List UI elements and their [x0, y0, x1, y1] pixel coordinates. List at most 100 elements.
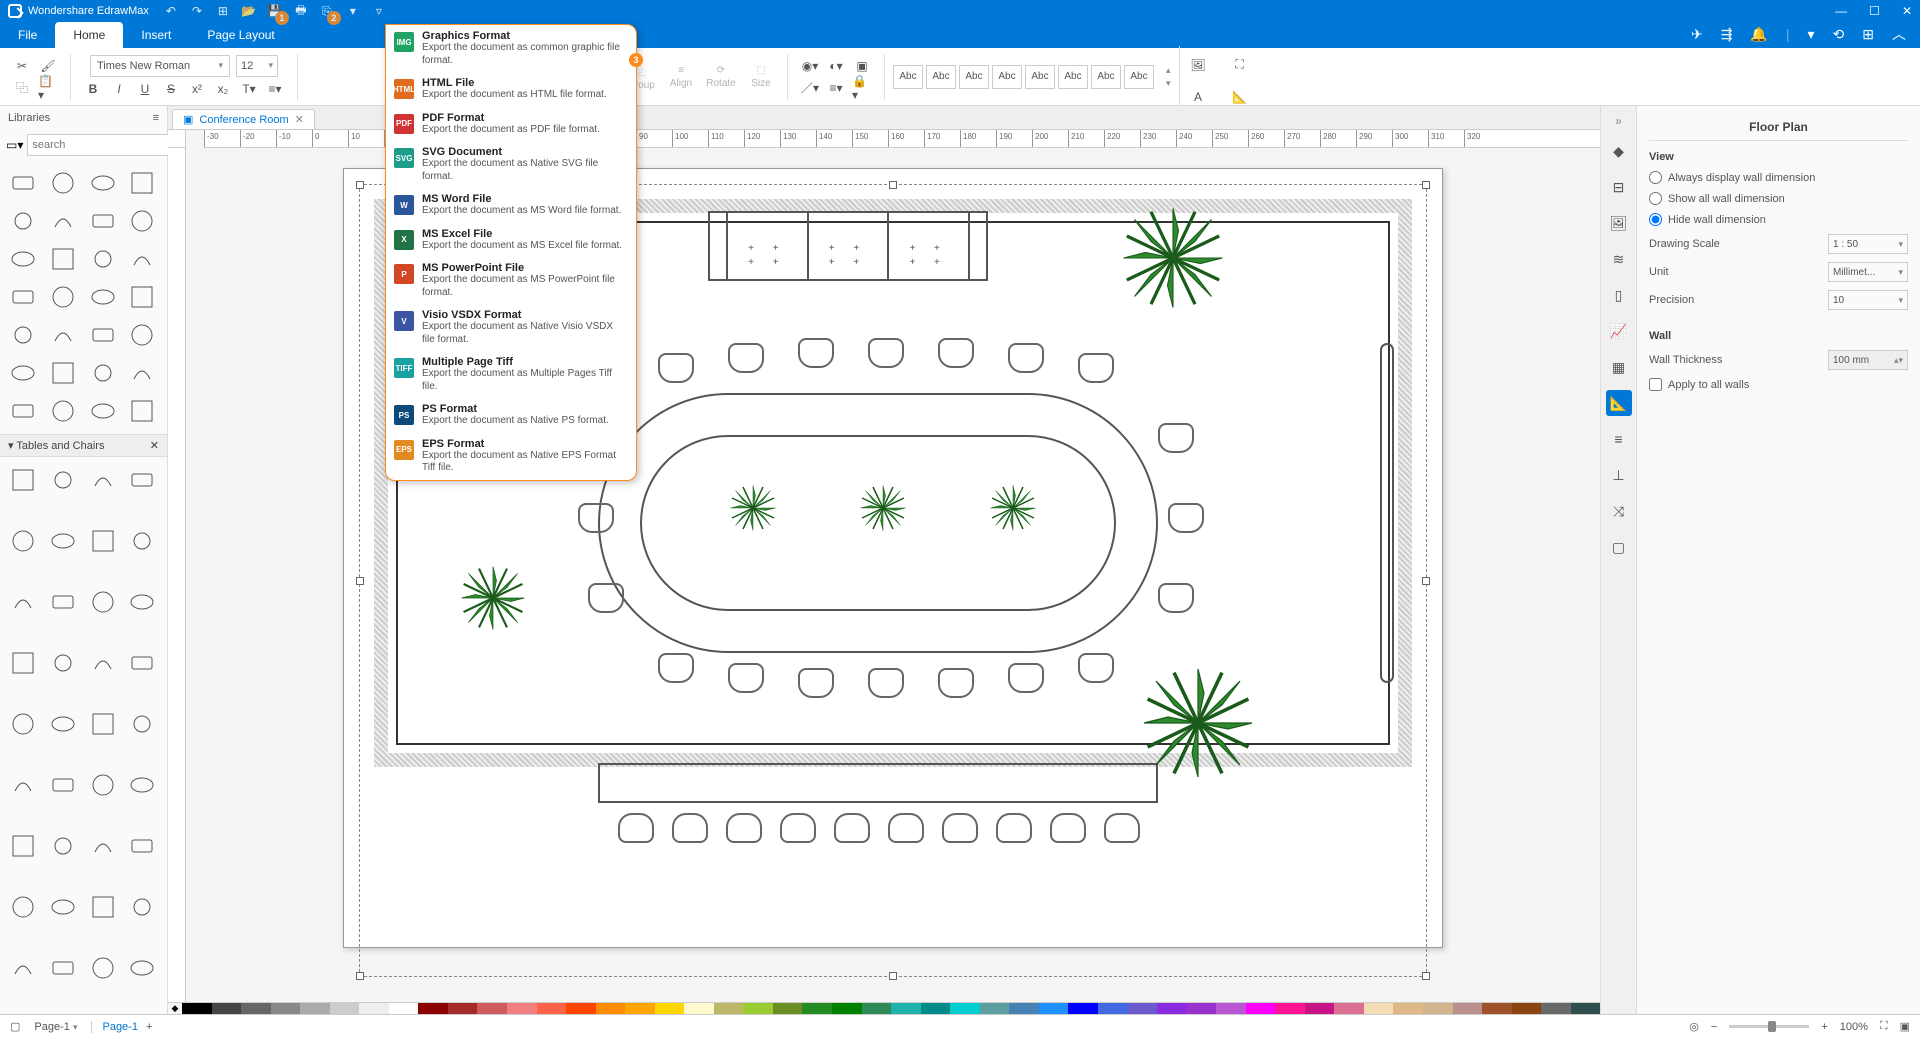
shape-item[interactable] [6, 646, 40, 680]
color-swatch[interactable] [241, 1003, 271, 1014]
color-swatch[interactable] [1187, 1003, 1217, 1014]
page-tab-1[interactable]: Page-1 [102, 1021, 137, 1033]
same-icon[interactable]: ▣ [852, 56, 872, 76]
rotate-button[interactable]: ⟳Rotate [703, 59, 739, 95]
color-swatch[interactable] [950, 1003, 980, 1014]
minimize-icon[interactable]: — [1835, 4, 1847, 18]
cut-icon[interactable]: ✂ [12, 56, 32, 76]
image-tool-icon[interactable]: 🖼 [1187, 54, 1209, 76]
shape-item[interactable] [46, 356, 80, 390]
color-swatch[interactable] [1275, 1003, 1305, 1014]
shape-item[interactable] [6, 585, 40, 619]
collapse-ribbon-icon[interactable]: ︿ [1892, 24, 1906, 44]
send-icon[interactable]: ✈ [1691, 26, 1703, 43]
color-swatch[interactable] [389, 1003, 419, 1014]
shape-item[interactable] [6, 242, 40, 276]
wall-thickness-input[interactable]: 100 mm▴▾ [1828, 350, 1908, 370]
chair[interactable] [728, 343, 764, 373]
chair[interactable] [1078, 353, 1114, 383]
color-swatch[interactable] [921, 1003, 951, 1014]
shape-item[interactable] [46, 890, 80, 924]
unit-select[interactable]: Millimet...▾ [1828, 262, 1908, 282]
export-item-pdf-format[interactable]: PDFPDF FormatExport the document as PDF … [386, 107, 636, 142]
shape-item[interactable] [86, 356, 120, 390]
tree-tab-icon[interactable]: ⊥ [1606, 462, 1632, 488]
shape-item[interactable] [125, 242, 159, 276]
chair[interactable] [1158, 583, 1194, 613]
text-tool-icon[interactable]: T▾ [239, 79, 259, 99]
export-item-eps-format[interactable]: EPSEPS FormatExport the document as Nati… [386, 433, 636, 480]
shape-item[interactable] [125, 394, 159, 428]
color-swatch[interactable] [1216, 1003, 1246, 1014]
size-button[interactable]: ⬚Size [743, 59, 779, 95]
font-size-selector[interactable]: 12▾ [236, 55, 278, 77]
chair[interactable] [658, 653, 694, 683]
shape-item[interactable] [46, 166, 80, 200]
color-swatch[interactable] [418, 1003, 448, 1014]
style-preset-5[interactable]: Abc [1058, 65, 1088, 89]
shape-item[interactable] [86, 890, 120, 924]
shape-item[interactable] [86, 585, 120, 619]
bullets-icon[interactable]: ≡▾ [265, 79, 285, 99]
floorplan-tab-icon[interactable]: 📐 [1606, 390, 1632, 416]
shape-item[interactable] [6, 524, 40, 558]
chair[interactable] [728, 663, 764, 693]
style-preset-6[interactable]: Abc [1091, 65, 1121, 89]
shape-item[interactable] [6, 951, 40, 985]
qat-more-icon[interactable]: ▿ [371, 3, 387, 19]
shape-item[interactable] [6, 166, 40, 200]
color-swatch[interactable] [1571, 1003, 1601, 1014]
align-tab-icon[interactable]: ≡ [1606, 426, 1632, 452]
shape-item[interactable] [125, 280, 159, 314]
bold-icon[interactable]: B [83, 79, 103, 99]
precision-select[interactable]: 10▾ [1828, 290, 1908, 310]
strike-icon[interactable]: S [161, 79, 181, 99]
chair[interactable] [672, 813, 708, 843]
plant[interactable] [858, 483, 908, 533]
line-icon[interactable]: ／▾ [800, 78, 820, 98]
chair[interactable] [798, 338, 834, 368]
underline-icon[interactable]: U [135, 79, 155, 99]
undo-icon[interactable]: ↶ [163, 3, 179, 19]
chair[interactable] [1158, 423, 1194, 453]
color-swatch[interactable] [862, 1003, 892, 1014]
export-item-svg-document[interactable]: SVGSVG DocumentExport the document as Na… [386, 141, 636, 188]
color-swatch[interactable] [743, 1003, 773, 1014]
subscript-icon[interactable]: x₂ [213, 79, 233, 99]
chair[interactable] [996, 813, 1032, 843]
chair[interactable] [578, 503, 614, 533]
align-button[interactable]: ≡Align [663, 59, 699, 95]
style-preset-0[interactable]: Abc [893, 65, 923, 89]
bell-icon[interactable]: 🔔 [1750, 26, 1767, 43]
collapse-panel-icon[interactable]: » [1615, 114, 1622, 128]
category-tables-chairs[interactable]: ▾ Tables and Chairs✕ [0, 434, 167, 457]
shape-item[interactable] [46, 280, 80, 314]
shape-item[interactable] [125, 951, 159, 985]
export-dropdown-icon[interactable]: ▾ [345, 3, 361, 19]
color-swatch[interactable] [802, 1003, 832, 1014]
shape-item[interactable] [86, 951, 120, 985]
chair[interactable] [618, 813, 654, 843]
chair[interactable] [868, 668, 904, 698]
shape-item[interactable] [46, 242, 80, 276]
shape-item[interactable] [46, 463, 80, 497]
shape-item[interactable] [86, 646, 120, 680]
chair[interactable] [834, 813, 870, 843]
shape-item[interactable] [6, 463, 40, 497]
chair[interactable] [1008, 663, 1044, 693]
zoom-slider[interactable] [1729, 1025, 1809, 1028]
export-item-ms-powerpoint-file[interactable]: PMS PowerPoint FileExport the document a… [386, 257, 636, 304]
color-swatch[interactable] [566, 1003, 596, 1014]
shape-item[interactable] [125, 463, 159, 497]
share-icon[interactable]: ⇶ [1721, 26, 1733, 43]
chair[interactable] [1050, 813, 1086, 843]
shape-item[interactable] [86, 463, 120, 497]
shape-item[interactable] [86, 242, 120, 276]
apply-all-walls-checkbox[interactable]: Apply to all walls [1649, 378, 1749, 391]
zoom-in-icon[interactable]: + [1821, 1021, 1827, 1033]
export-icon[interactable]: ⎘2 [319, 3, 335, 19]
shape-item[interactable] [6, 768, 40, 802]
italic-icon[interactable]: I [109, 79, 129, 99]
color-swatch[interactable] [182, 1003, 212, 1014]
font-tool-icon[interactable]: A [1187, 86, 1209, 108]
